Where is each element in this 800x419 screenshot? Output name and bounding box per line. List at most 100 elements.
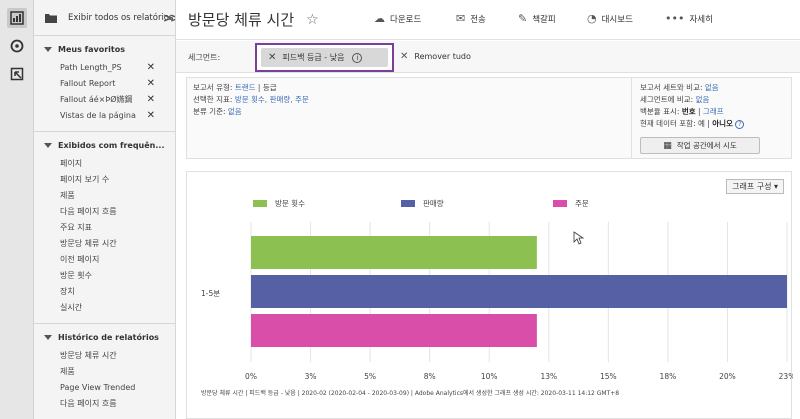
segment-compare-row: 세그먼트에 비교: 없음 (640, 95, 710, 104)
share-icon[interactable] (7, 64, 27, 84)
gauge-icon: ◔ (587, 12, 597, 25)
dashboard-icon[interactable] (7, 36, 27, 56)
bookmark-button[interactable]: ✎ 책갈피 (518, 12, 556, 25)
more-button[interactable]: ••• 자세히 (665, 12, 713, 25)
envelope-icon: ✉ (456, 12, 466, 25)
report-type-link[interactable]: 트랜드 (235, 83, 256, 92)
list-item[interactable]: 제품 (34, 188, 175, 204)
list-item[interactable]: 페이지 (34, 156, 175, 172)
favorites-header[interactable]: Meus favoritos (34, 42, 175, 56)
chart-config-button[interactable]: 그래프 구성 ▾ (726, 179, 784, 194)
caret-down-icon (44, 142, 52, 148)
segment-compare-link[interactable]: 없음 (696, 95, 710, 104)
page-title: 방문당 체류 시간 (188, 11, 295, 29)
x-tick-label: 5% (364, 372, 376, 381)
report-settings-right: 보고서 세트와 비교: 없음 세그먼트에 비교: 없음 백분율 표시: 번호 |… (631, 78, 793, 158)
list-item[interactable]: 다음 페이지 흐름 (34, 396, 175, 412)
segment-bar: 세그먼트: ✕ 피드백 등급 - 낮음 i ✕ Remover tudo (176, 41, 800, 73)
send-button[interactable]: ✉ 전송 (456, 12, 486, 25)
favorite-item[interactable]: Path Length_PS ✕ (34, 60, 175, 76)
x-tick-label: 0% (245, 372, 257, 381)
list-item[interactable]: 제품 (34, 364, 175, 380)
reports-icon[interactable] (7, 8, 27, 28)
legend-label: 방문 횟수 (275, 198, 305, 208)
download-button[interactable]: ☁ 다운로드 (374, 12, 421, 25)
chart-footer-note: 방문당 체류 시간 | 피드백 등급 - 낮음 | 2020-02 (2020-… (201, 390, 620, 397)
collapse-chevron-icon[interactable]: >> (163, 11, 175, 25)
remove-favorite-icon[interactable]: ✕ (147, 92, 155, 108)
breakdown-row: 분류 기준: 없음 (193, 107, 242, 116)
try-in-workspace-button[interactable]: ▦ 작업 공간에서 시도 (640, 137, 760, 154)
report-type-row: 보고서 유형: 트랜드 | 등급 (193, 83, 277, 92)
list-item[interactable]: Page View Trended (34, 380, 175, 396)
current-data-row: 현재 데이터 포함: 예 | 아니오 ? (640, 118, 793, 130)
x-tick-label: 20% (719, 372, 736, 381)
list-item[interactable]: 페이지 보기 수 (34, 172, 175, 188)
dashboard-button[interactable]: ◔ 대시보드 (587, 12, 633, 25)
close-icon: ✕ (400, 51, 409, 62)
show-all-reports-toggle[interactable]: Exibir todos os relatórios >> (34, 0, 175, 36)
bar-chart: 0% 3% 5% 8% 10% 13% 15% 18% 20% 23% 방문 횟수 판매량 주문 1-5분 (201, 198, 793, 381)
more-dots-icon: ••• (665, 12, 685, 25)
x-tick-label: 15% (600, 372, 617, 381)
segment-chip[interactable]: ✕ 피드백 등급 - 낮음 i (261, 48, 388, 67)
legend-swatch (401, 200, 415, 207)
segment-label: 세그먼트: (188, 53, 221, 62)
bar (251, 236, 537, 269)
frequently-viewed-header[interactable]: Exibidos com frequên... (34, 138, 175, 152)
percent-graph-link[interactable]: 그래프 (703, 107, 724, 116)
list-item[interactable]: 이전 페이지 (34, 252, 175, 268)
list-item[interactable]: 실시간 (34, 300, 175, 316)
bar (251, 314, 537, 347)
x-tick-label: 13% (540, 372, 557, 381)
remove-segment-icon[interactable]: ✕ (268, 52, 276, 63)
metrics-link[interactable]: 방문 횟수, 판매량, 주문 (235, 95, 309, 104)
list-item[interactable]: 장치 (34, 284, 175, 300)
x-tick-label: 8% (424, 372, 436, 381)
favorite-item[interactable]: Fallout áé×ÞØ嬿鋼 ✕ (34, 92, 175, 108)
x-tick-label: 10% (481, 372, 498, 381)
remove-favorite-icon[interactable]: ✕ (147, 76, 155, 92)
help-icon[interactable]: ? (735, 120, 745, 129)
x-tick-label: 23% (779, 372, 793, 381)
chart-panel: 0% 3% 5% 8% 10% 13% 15% 18% 20% 23% 방문 횟수 판매량 주문 1-5분… (186, 171, 793, 419)
legend-label: 주문 (575, 199, 589, 208)
favorite-item[interactable]: Fallout Report ✕ (34, 76, 175, 92)
x-tick-label: 3% (305, 372, 317, 381)
list-item[interactable]: 다음 페이지 흐름 (34, 204, 175, 220)
report-history-header[interactable]: Histórico de relatórios (34, 330, 175, 344)
main-content: 방문당 체류 시간 ☆ ☁ 다운로드 ✉ 전송 ✎ 책갈피 ◔ 대시보드 ••• 자세히 … (176, 0, 800, 419)
favorite-item[interactable]: Vistas de la página ✕ (34, 108, 175, 124)
folder-icon (45, 14, 57, 23)
show-all-reports-label: Exibir todos os relatórios (68, 12, 174, 23)
segment-chip-highlight: ✕ 피드백 등급 - 낮음 i (255, 43, 394, 72)
x-tick-label: 18% (660, 372, 677, 381)
legend-label: 판매량 (423, 199, 444, 208)
list-item[interactable]: 주요 지표 (34, 220, 175, 236)
segment-chip-label: 피드백 등급 - 낮음 (282, 53, 345, 62)
list-item[interactable]: 방문당 체류 시간 (34, 348, 175, 364)
bookmark-icon: ✎ (518, 12, 528, 25)
legend-swatch (553, 200, 567, 207)
remove-favorite-icon[interactable]: ✕ (147, 60, 155, 76)
remove-favorite-icon[interactable]: ✕ (147, 108, 155, 124)
list-item[interactable]: 방문당 체류 시간 (34, 236, 175, 252)
breakdown-link[interactable]: 없음 (228, 107, 242, 116)
remove-all-button[interactable]: ✕ Remover tudo (400, 51, 471, 62)
caret-down-icon (44, 334, 52, 340)
caret-down-icon (44, 46, 52, 52)
percent-display-row: 백분율 표시: 번호 | 그래프 (640, 107, 724, 116)
icon-rail (0, 0, 34, 419)
mouse-cursor-icon (573, 231, 585, 245)
list-item[interactable]: 방문 횟수 (34, 268, 175, 284)
category-label: 1-5분 (201, 289, 220, 298)
workspace-icon: ▦ (663, 140, 672, 151)
favorite-star-icon[interactable]: ☆ (306, 12, 319, 28)
info-icon[interactable]: i (352, 52, 363, 63)
compare-suite-link[interactable]: 없음 (705, 83, 719, 92)
legend-swatch (253, 200, 267, 207)
sidebar: Exibir todos os relatórios >> Meus favor… (34, 0, 176, 419)
cloud-download-icon: ☁ (374, 12, 385, 25)
report-settings-left: 보고서 유형: 트랜드 | 등급 선택한 지표: 방문 횟수, 판매량, 주문 … (193, 82, 623, 118)
favorites-section: Meus favoritos Path Length_PS ✕ Fallout R… (34, 36, 175, 132)
